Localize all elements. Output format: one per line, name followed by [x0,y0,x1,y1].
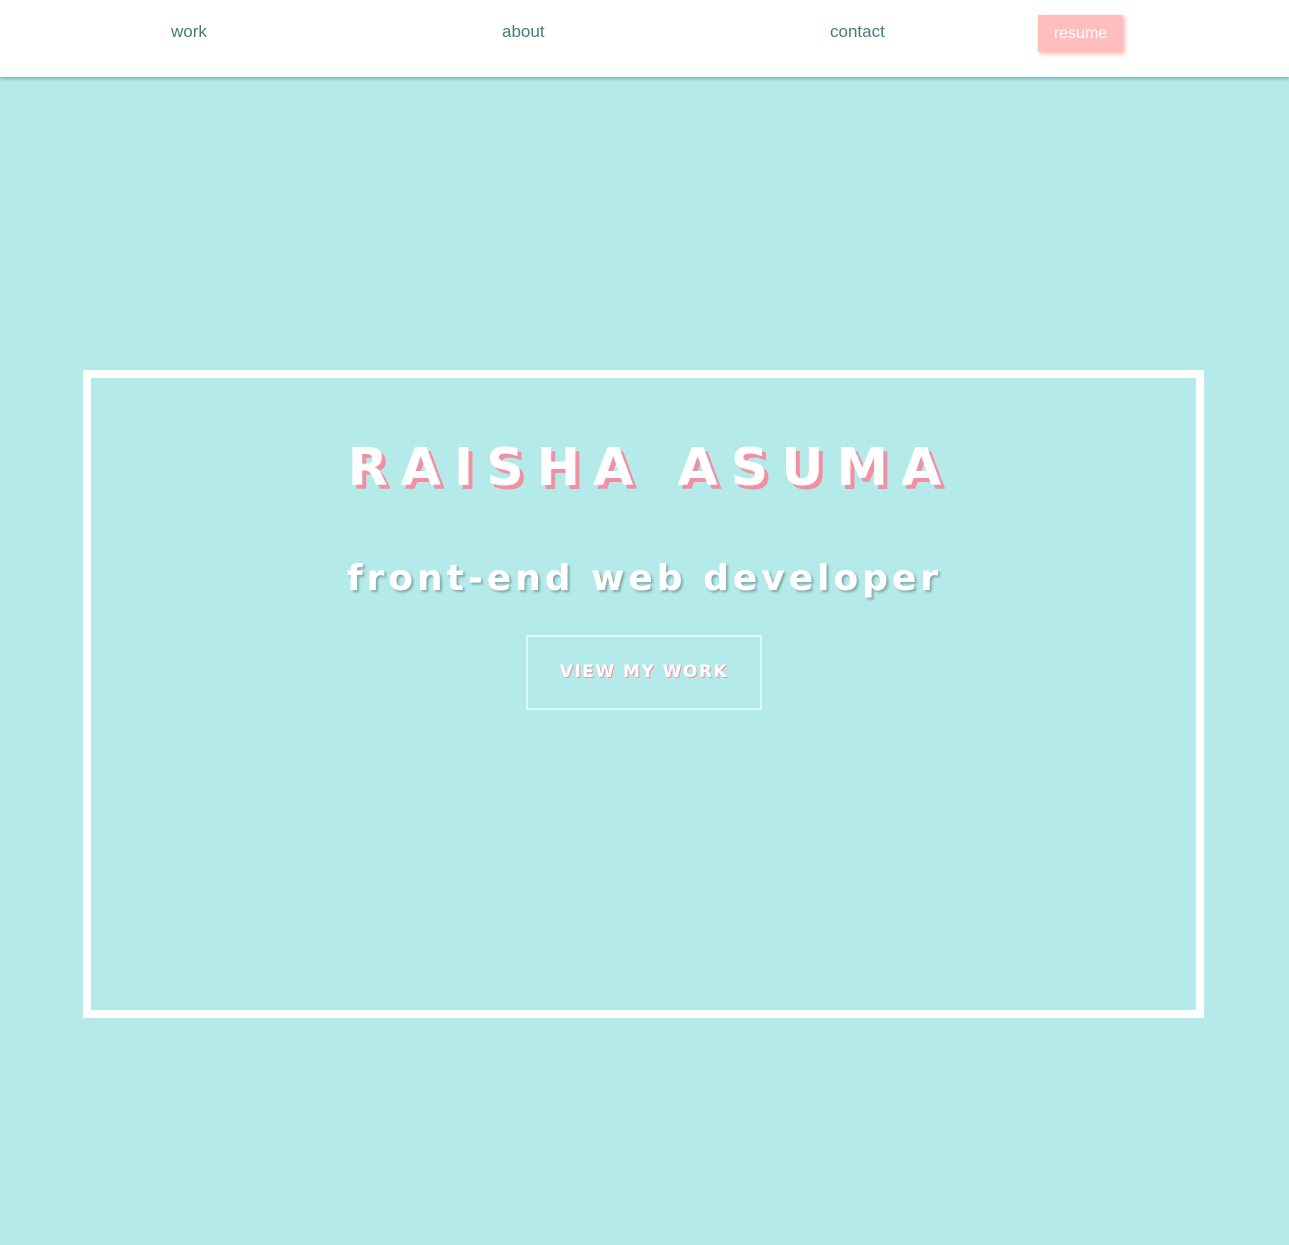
resume-button[interactable]: resume [1038,15,1123,52]
nav-link-about[interactable]: about [502,22,545,42]
navbar: work about contact resume [0,0,1289,77]
view-my-work-button[interactable]: VIEW MY WORK [526,635,762,710]
nav-link-contact[interactable]: contact [830,22,885,42]
hero-name: RAISHA ASUMA [347,438,955,498]
hero-role: front-end web developer [346,558,943,599]
nav-link-work[interactable]: work [171,22,207,42]
